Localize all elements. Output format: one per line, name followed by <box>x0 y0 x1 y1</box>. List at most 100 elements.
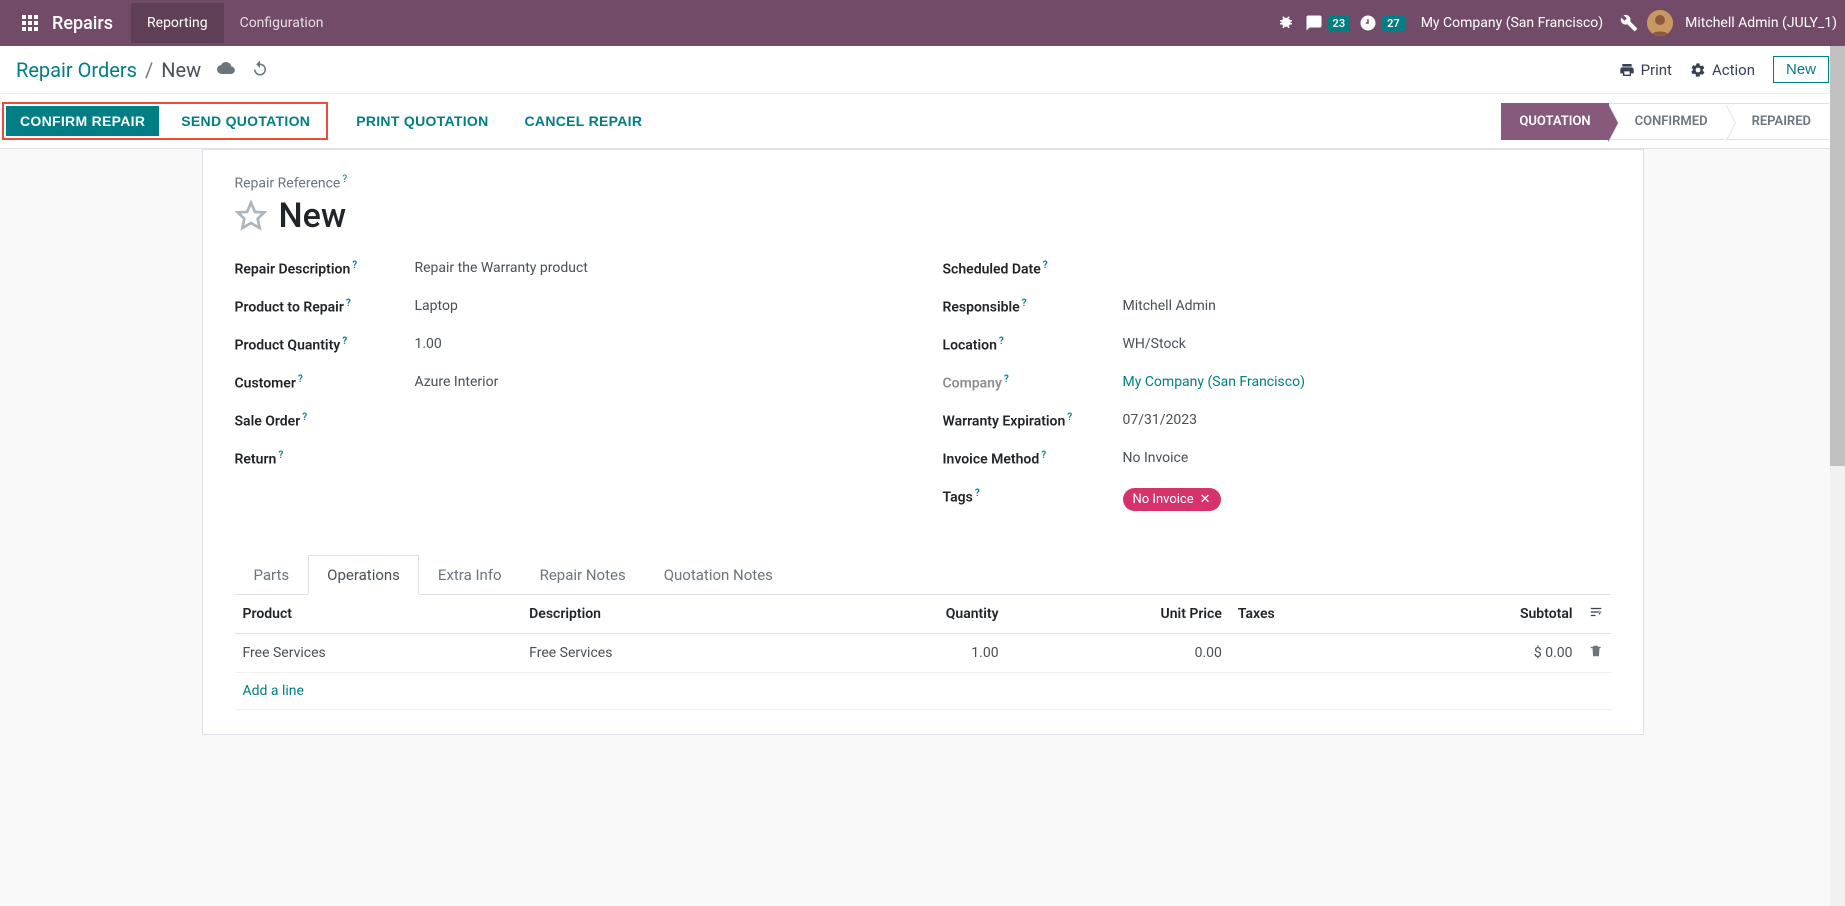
col-product[interactable]: Product <box>235 595 522 634</box>
control-panel: Repair Orders / New Print Action New <box>0 46 1845 149</box>
status-repaired[interactable]: REPAIRED <box>1726 103 1829 140</box>
col-quantity[interactable]: Quantity <box>808 595 1007 634</box>
tag-no-invoice[interactable]: No Invoice✕ <box>1123 488 1221 511</box>
table-row[interactable]: Free Services Free Services 1.00 0.00 $ … <box>235 633 1611 672</box>
user-menu[interactable]: Mitchell Admin (JULY_1) <box>1685 15 1837 31</box>
activities-tray[interactable]: 27 <box>1358 13 1405 33</box>
form-right-column: Scheduled Date? Responsible?Mitchell Adm… <box>943 260 1611 526</box>
nav-configuration[interactable]: Configuration <box>224 3 340 43</box>
invoice-method-value[interactable]: No Invoice <box>1123 450 1189 466</box>
help-icon[interactable]: ? <box>342 336 347 347</box>
scrollbar[interactable] <box>1830 46 1845 906</box>
tag-remove-icon[interactable]: ✕ <box>1200 492 1211 507</box>
save-cloud-icon[interactable] <box>217 59 235 81</box>
col-unit-price[interactable]: Unit Price <box>1007 595 1230 634</box>
help-icon[interactable]: ? <box>278 450 283 461</box>
repair-description-label: Repair Description? <box>235 260 415 278</box>
help-icon[interactable]: ? <box>302 412 307 423</box>
quantity-value[interactable]: 1.00 <box>415 336 442 352</box>
nav-reporting[interactable]: Reporting <box>131 3 224 43</box>
print-label: Print <box>1641 61 1672 79</box>
cell-product[interactable]: Free Services <box>235 633 522 672</box>
new-button[interactable]: New <box>1773 56 1829 83</box>
responsible-label: Responsible? <box>943 298 1123 316</box>
warranty-value[interactable]: 07/31/2023 <box>1123 412 1198 428</box>
help-icon[interactable]: ? <box>352 260 357 271</box>
responsible-value[interactable]: Mitchell Admin <box>1123 298 1216 314</box>
location-label: Location? <box>943 336 1123 354</box>
help-icon[interactable]: ? <box>346 298 351 309</box>
repair-reference-value: New <box>279 196 347 236</box>
customer-value[interactable]: Azure Interior <box>415 374 499 390</box>
sale-order-label: Sale Order? <box>235 412 415 430</box>
help-icon[interactable]: ? <box>999 336 1004 347</box>
printer-icon <box>1619 62 1635 78</box>
cell-unit-price[interactable]: 0.00 <box>1007 633 1230 672</box>
help-icon[interactable]: ? <box>975 488 980 499</box>
col-taxes[interactable]: Taxes <box>1230 595 1383 634</box>
user-avatar[interactable] <box>1647 10 1673 36</box>
breadcrumb-root[interactable]: Repair Orders <box>16 58 137 82</box>
cell-quantity[interactable]: 1.00 <box>808 633 1007 672</box>
company-value[interactable]: My Company (San Francisco) <box>1123 374 1305 390</box>
breadcrumb-current: New <box>161 58 201 82</box>
cell-subtotal: $ 0.00 <box>1382 633 1580 672</box>
company-switcher[interactable]: My Company (San Francisco) <box>1413 15 1611 31</box>
tab-quotation-notes[interactable]: Quotation Notes <box>645 555 792 595</box>
activities-badge: 27 <box>1382 16 1405 31</box>
tab-parts[interactable]: Parts <box>235 555 309 595</box>
scheduled-date-label: Scheduled Date? <box>943 260 1123 278</box>
confirm-repair-button[interactable]: CONFIRM REPAIR <box>6 106 159 136</box>
cell-taxes[interactable] <box>1230 633 1383 672</box>
debug-icon[interactable] <box>1276 13 1296 33</box>
form-sheet: Repair Reference? New Repair Description… <box>202 149 1644 735</box>
messaging-tray[interactable]: 23 <box>1304 13 1351 33</box>
clock-icon <box>1358 13 1378 33</box>
help-icon[interactable]: ? <box>1041 450 1046 461</box>
priority-star-icon[interactable] <box>235 200 267 232</box>
app-name[interactable]: Repairs <box>52 13 113 34</box>
tab-operations[interactable]: Operations <box>308 555 419 595</box>
status-confirmed[interactable]: CONFIRMED <box>1609 103 1726 140</box>
cancel-repair-button[interactable]: CANCEL REPAIR <box>511 106 657 136</box>
location-value[interactable]: WH/Stock <box>1123 336 1186 352</box>
return-label: Return? <box>235 450 415 468</box>
customer-label: Customer? <box>235 374 415 392</box>
add-line-button[interactable]: Add a line <box>235 672 1611 709</box>
action-menu[interactable]: Action <box>1690 61 1755 79</box>
help-icon[interactable]: ? <box>1043 260 1048 271</box>
tools-icon[interactable] <box>1619 13 1639 33</box>
print-quotation-button[interactable]: PRINT QUOTATION <box>342 106 502 136</box>
apps-menu-icon[interactable] <box>22 15 38 31</box>
row-delete-icon[interactable] <box>1581 633 1611 672</box>
messages-badge: 23 <box>1328 16 1351 31</box>
product-label: Product to Repair? <box>235 298 415 316</box>
help-icon[interactable]: ? <box>1004 374 1009 385</box>
repair-description-value[interactable]: Repair the Warranty product <box>415 260 588 276</box>
col-subtotal[interactable]: Subtotal <box>1382 595 1580 634</box>
operations-table: Product Description Quantity Unit Price … <box>235 595 1611 710</box>
help-icon[interactable]: ? <box>342 174 347 185</box>
print-menu[interactable]: Print <box>1619 61 1672 79</box>
help-icon[interactable]: ? <box>298 374 303 385</box>
action-label: Action <box>1712 61 1755 79</box>
col-description[interactable]: Description <box>521 595 808 634</box>
tab-extra-info[interactable]: Extra Info <box>419 555 521 595</box>
breadcrumb-separator: / <box>145 58 153 82</box>
discard-icon[interactable] <box>251 59 269 81</box>
top-navbar: Repairs Reporting Configuration 23 27 My… <box>0 0 1845 46</box>
help-icon[interactable]: ? <box>1022 298 1027 309</box>
send-quotation-button[interactable]: SEND QUOTATION <box>167 106 324 136</box>
gear-icon <box>1690 62 1706 78</box>
notebook-tabs: Parts Operations Extra Info Repair Notes… <box>235 554 1611 595</box>
product-value[interactable]: Laptop <box>415 298 458 314</box>
status-quotation[interactable]: QUOTATION <box>1501 103 1608 140</box>
form-left-column: Repair Description?Repair the Warranty p… <box>235 260 903 526</box>
tags-value[interactable]: No Invoice✕ <box>1123 488 1221 511</box>
messages-icon <box>1304 13 1324 33</box>
tab-repair-notes[interactable]: Repair Notes <box>521 555 645 595</box>
cell-description[interactable]: Free Services <box>521 633 808 672</box>
help-icon[interactable]: ? <box>1067 412 1072 423</box>
col-options-icon[interactable] <box>1581 595 1611 634</box>
highlighted-actions: CONFIRM REPAIR SEND QUOTATION <box>2 102 328 140</box>
